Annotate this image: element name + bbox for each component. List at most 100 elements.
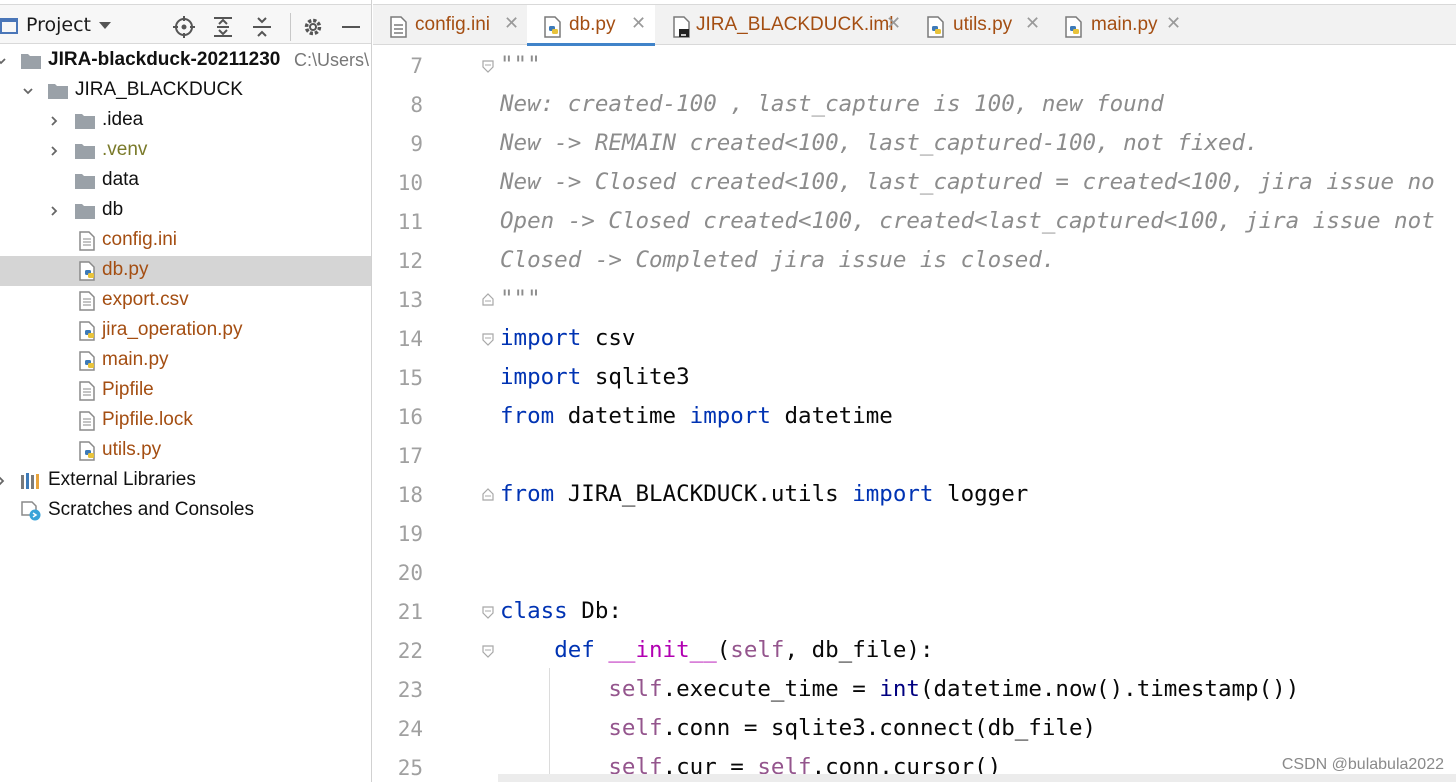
tree-item-data[interactable]: data: [0, 166, 371, 196]
chevron-right-icon[interactable]: [47, 144, 61, 158]
tree-item-label: .idea: [102, 109, 144, 130]
chevron-down-icon[interactable]: [0, 54, 8, 68]
folder-icon: [48, 84, 68, 99]
tree-item-venv[interactable]: .venv: [0, 136, 371, 166]
close-icon[interactable]: ✕: [631, 13, 646, 34]
folder-icon: [75, 204, 95, 219]
code-line[interactable]: New -> Closed created<100, last_captured…: [500, 169, 1435, 195]
code-line[interactable]: self.conn = sqlite3.connect(db_file): [500, 715, 1096, 741]
project-window-icon: [0, 18, 18, 34]
line-number: 19: [397, 522, 423, 546]
line-number: 9: [410, 132, 423, 156]
tab-jira-blackduck-iml[interactable]: JIRA_BLACKDUCK.iml ✕: [656, 5, 909, 45]
tree-item-db[interactable]: db: [0, 196, 371, 226]
line-number: 20: [397, 561, 423, 585]
code-line[interactable]: import sqlite3: [500, 364, 690, 390]
line-number: 10: [397, 171, 423, 195]
code-line[interactable]: from datetime import datetime: [500, 403, 893, 429]
tree-item-external-libraries[interactable]: External Libraries: [0, 466, 371, 496]
code-line[interactable]: Open -> Closed created<100, created<last…: [500, 208, 1435, 234]
tree-item-pipfile-lock[interactable]: Pipfile.lock: [0, 406, 371, 436]
line-number: 14: [397, 327, 423, 351]
python-file-icon: [79, 321, 95, 341]
close-icon[interactable]: ✕: [504, 13, 519, 34]
code-editor[interactable]: 7 8 9 10 11 12 13 14 15 16 17 18 19 20 21 22 23 24 25 """ N…: [373, 46, 1456, 782]
fold-marker-icon[interactable]: [481, 605, 495, 619]
tree-item-label: export.csv: [102, 289, 189, 310]
code-line[interactable]: New -> REMAIN created<100, last_captured…: [500, 130, 1259, 156]
editor-tab-bar: config.ini ✕ db.py ✕ JIRA_BLACKDUCK.iml …: [373, 4, 1456, 46]
python-file-icon: [79, 441, 95, 461]
tree-item-config-ini[interactable]: config.ini: [0, 226, 371, 256]
tree-item-project-root[interactable]: JIRA-blackduck-20211230 C:\Users\: [0, 46, 371, 76]
tab-label: db.py: [569, 14, 616, 35]
python-file-icon: [79, 261, 95, 281]
fold-marker-icon[interactable]: [481, 293, 495, 307]
gear-icon[interactable]: [302, 16, 324, 38]
fold-marker-icon[interactable]: [481, 59, 495, 73]
collapse-all-icon[interactable]: [251, 16, 273, 38]
minimize-icon[interactable]: [340, 16, 362, 38]
code-line[interactable]: self.execute_time = int(datetime.now().t…: [500, 676, 1299, 702]
chevron-right-icon[interactable]: [0, 474, 8, 488]
fold-marker-icon[interactable]: [481, 332, 495, 346]
tab-db-py[interactable]: db.py ✕: [527, 5, 655, 46]
line-number: 7: [410, 54, 423, 78]
code-line[interactable]: """: [500, 286, 541, 312]
code-line[interactable]: class Db:: [500, 598, 622, 624]
tree-item-db-py[interactable]: db.py: [0, 256, 371, 286]
tree-item-pipfile[interactable]: Pipfile: [0, 376, 371, 406]
tree-item-label: utils.py: [102, 439, 162, 460]
chevron-right-icon[interactable]: [47, 204, 61, 218]
code-line[interactable]: import csv: [500, 325, 635, 351]
toolbar-separator: [290, 13, 291, 41]
folder-icon: [75, 144, 95, 159]
tree-item-idea[interactable]: .idea: [0, 106, 371, 136]
project-view-title[interactable]: Project: [26, 14, 91, 36]
expand-all-icon[interactable]: [212, 16, 234, 38]
close-icon[interactable]: ✕: [886, 13, 901, 34]
tab-main-py[interactable]: main.py ✕: [1048, 5, 1188, 45]
tree-item-utils-py[interactable]: utils.py: [0, 436, 371, 466]
tree-item-jira-blackduck[interactable]: JIRA_BLACKDUCK: [0, 76, 371, 106]
chevron-right-icon[interactable]: [47, 114, 61, 128]
chevron-down-icon[interactable]: [99, 22, 111, 29]
tree-item-main-py[interactable]: main.py: [0, 346, 371, 376]
horizontal-scrollbar[interactable]: [498, 774, 1456, 782]
tree-item-label: Pipfile.lock: [102, 409, 193, 430]
folder-icon: [75, 114, 95, 129]
close-icon[interactable]: ✕: [1166, 13, 1181, 34]
iml-file-icon: [673, 16, 690, 38]
text-file-icon: [79, 411, 95, 431]
locate-icon[interactable]: [173, 16, 195, 38]
libraries-icon: [21, 473, 39, 489]
tree-item-jira-operation-py[interactable]: jira_operation.py: [0, 316, 371, 346]
tab-config-ini[interactable]: config.ini ✕: [373, 5, 526, 45]
tree-item-label: JIRA-blackduck-20211230: [48, 49, 281, 70]
folder-icon: [21, 54, 41, 69]
line-number: 21: [397, 600, 423, 624]
watermark: CSDN @bulabula2022: [1281, 756, 1444, 773]
tree-item-label: Pipfile: [102, 379, 154, 400]
fold-marker-icon[interactable]: [481, 644, 495, 658]
code-line[interactable]: from JIRA_BLACKDUCK.utils import logger: [500, 481, 1028, 507]
chevron-down-icon[interactable]: [21, 84, 35, 98]
close-icon[interactable]: ✕: [1025, 13, 1040, 34]
line-number: 17: [397, 444, 423, 468]
code-line[interactable]: """: [500, 52, 541, 78]
tree-item-label: data: [102, 169, 139, 190]
line-number: 22: [397, 639, 423, 663]
tree-item-label: External Libraries: [48, 469, 196, 490]
project-tool-window: Project JIRA-blackduck-20211230 C:\Users…: [0, 0, 372, 782]
tree-item-scratches[interactable]: Scratches and Consoles: [0, 496, 371, 526]
code-line[interactable]: Closed -> Completed jira issue is closed…: [500, 247, 1055, 273]
tab-utils-py[interactable]: utils.py ✕: [910, 5, 1047, 45]
code-line[interactable]: New: created-100 , last_capture is 100, …: [500, 91, 1164, 117]
python-file-icon: [544, 16, 561, 38]
tree-item-export-csv[interactable]: export.csv: [0, 286, 371, 316]
line-number: 23: [397, 678, 423, 702]
fold-marker-icon[interactable]: [481, 488, 495, 502]
python-file-icon: [1065, 16, 1082, 38]
line-number: 15: [397, 366, 423, 390]
code-line[interactable]: def __init__(self, db_file):: [500, 637, 933, 663]
